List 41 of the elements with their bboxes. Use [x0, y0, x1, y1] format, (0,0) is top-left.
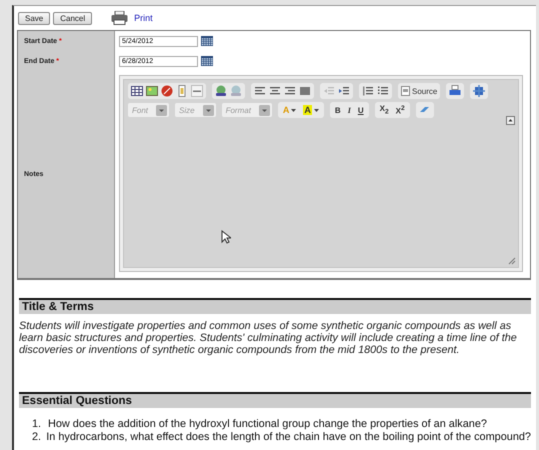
align-right-icon[interactable] [284, 85, 296, 97]
section-heading: Title & Terms [19, 298, 531, 314]
superscript-button[interactable]: X$^{2}$ [394, 104, 407, 116]
page-icon[interactable] [176, 85, 188, 97]
resize-grip-icon[interactable] [507, 256, 516, 265]
print-link[interactable]: Print [134, 13, 153, 23]
question-text: In hydrocarbons, what effect does the length of the chain have on the boiling point of the compound? [46, 431, 531, 444]
table-icon[interactable] [131, 85, 143, 97]
mouse-pointer-icon [221, 230, 231, 244]
calendar-icon[interactable] [201, 36, 213, 46]
align-center-icon[interactable] [269, 85, 281, 97]
save-button[interactable]: Save [18, 12, 50, 24]
section-paragraph: Students will investigate properties and common uses of some synthetic organic compounds as well as learn basic structures and properties. Students' culminating activity will include creating a time line of the discoveries or inventions of synthetic organic compounds from the mid 1800s to the present. [19, 320, 518, 358]
italic-button[interactable]: I [346, 106, 353, 114]
caret-icon[interactable] [314, 108, 319, 113]
disc-icon[interactable] [161, 85, 173, 97]
list-number: 2. [32, 431, 42, 444]
collapse-toolbar-icon[interactable] [506, 116, 515, 125]
printer-icon[interactable] [111, 11, 128, 25]
source-button[interactable]: Source [401, 86, 438, 96]
calendar-icon[interactable] [201, 56, 213, 66]
bullet-list-icon[interactable] [377, 85, 389, 97]
document-icon[interactable] [401, 86, 410, 96]
align-left-icon[interactable] [254, 85, 266, 97]
caret-icon[interactable] [156, 104, 168, 116]
cancel-button[interactable]: Cancel [53, 12, 92, 24]
printer-icon[interactable] [449, 85, 462, 97]
numbered-list-icon[interactable] [362, 85, 374, 97]
underline-button[interactable]: U [356, 106, 366, 114]
globe-icon[interactable] [215, 85, 227, 97]
caret-icon[interactable] [258, 104, 270, 116]
section-heading: Essential Questions [19, 392, 531, 408]
background-color-button[interactable]: A [301, 105, 321, 115]
indent-icon[interactable] [338, 85, 350, 97]
image-icon[interactable] [146, 85, 158, 97]
caret-icon[interactable] [291, 108, 296, 113]
question-text: How does the addition of the hydroxyl functional group change the properties of an alkane? [48, 418, 487, 431]
subscript-button[interactable]: X$_{2}$ [378, 104, 391, 116]
list-number: 1. [32, 418, 42, 431]
caret-icon[interactable] [202, 104, 214, 116]
bold-button[interactable]: B [332, 106, 343, 114]
